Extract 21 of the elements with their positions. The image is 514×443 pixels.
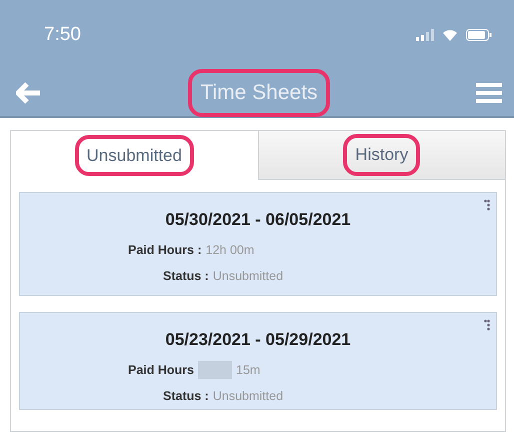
timesheet-card[interactable]: 05/30/2021 - 06/05/2021 Paid Hours : 12h 00m Status : Unsubmitted xyxy=(19,192,497,296)
field-label: Paid Hours : xyxy=(128,242,202,258)
field-label: Paid Hours xyxy=(128,362,194,378)
battery-icon xyxy=(466,29,492,41)
timesheet-card[interactable]: 05/23/2021 - 05/29/2021 Paid Hours 15m Status : Unsubmitted xyxy=(19,312,497,410)
clock-time: 7:50 xyxy=(44,22,81,47)
date-range: 05/23/2021 - 05/29/2021 xyxy=(165,329,351,351)
date-range: 05/30/2021 - 06/05/2021 xyxy=(165,209,351,231)
signal-icon xyxy=(416,29,434,41)
field-label: Status : xyxy=(163,388,209,406)
menu-icon[interactable] xyxy=(476,82,502,104)
tab[interactable]: History xyxy=(258,130,505,180)
field-label: Status : xyxy=(163,268,209,286)
drag-handle-icon[interactable] xyxy=(484,319,490,331)
field-value: 12h 00m xyxy=(206,242,254,258)
field-value: 15m xyxy=(236,362,260,378)
wifi-icon xyxy=(442,29,458,41)
back-arrow-icon[interactable] xyxy=(16,82,42,104)
field-value: Unsubmitted xyxy=(212,388,284,406)
field-value: Unsubmitted xyxy=(212,268,284,286)
drag-handle-icon[interactable] xyxy=(484,199,490,211)
